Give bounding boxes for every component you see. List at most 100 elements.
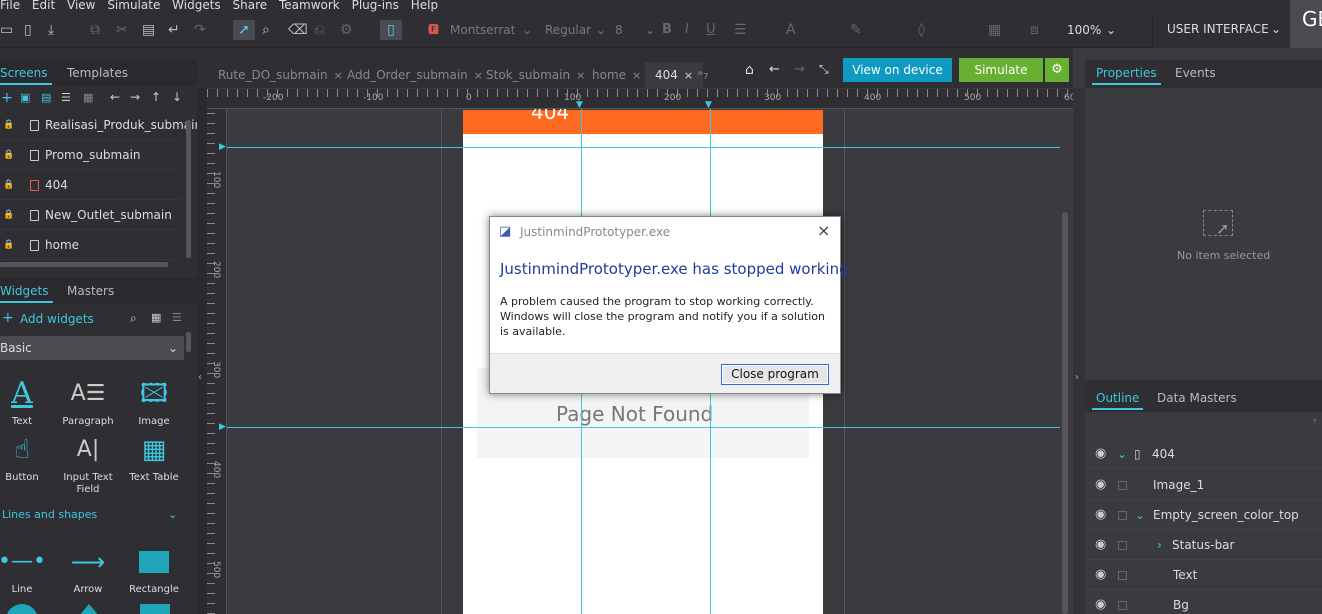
eraser-icon[interactable]: ⌫ xyxy=(288,20,308,40)
guide-marker-icon[interactable]: ▼ xyxy=(576,100,583,108)
library-select[interactable]: Basic ⌄ xyxy=(0,336,184,360)
chevron-right-icon[interactable]: › xyxy=(1157,530,1162,560)
guide-horizontal[interactable] xyxy=(227,427,1060,428)
tab-outline[interactable]: Outline xyxy=(1091,391,1144,410)
outline-row[interactable]: ◉ Bg xyxy=(1085,590,1322,614)
screen-item[interactable]: 🔒 404 xyxy=(0,170,181,200)
grid-view-icon[interactable]: ▦ xyxy=(151,311,161,324)
screen-item[interactable]: 🔒 Promo_submain xyxy=(0,140,181,170)
arrow-down-icon[interactable]: ↓ xyxy=(172,90,182,104)
arrow-right-icon[interactable]: → xyxy=(130,90,140,104)
font-weight-chevron-icon[interactable]: ⌄ xyxy=(596,20,606,40)
tab-data-masters[interactable]: Data Masters xyxy=(1157,391,1237,405)
align-icon[interactable]: ☰ xyxy=(734,20,747,40)
copy-icon[interactable]: ⧉ xyxy=(90,20,100,40)
guide-horizontal[interactable] xyxy=(227,147,1060,148)
close-program-button[interactable]: Close program xyxy=(721,364,829,385)
left-panel-collapse[interactable]: ‹ xyxy=(197,88,207,614)
guide-marker-icon[interactable]: ▼ xyxy=(705,100,712,108)
forward-icon[interactable]: → xyxy=(794,62,805,77)
new-file-icon[interactable]: ▯ xyxy=(24,20,32,40)
menu-plugins[interactable]: Plug-ins xyxy=(352,0,399,12)
opacity-drop-icon[interactable]: ◊ xyxy=(918,20,925,40)
pen-icon[interactable]: ✎ xyxy=(850,20,862,40)
eye-icon[interactable]: ◉ xyxy=(1095,560,1106,590)
italic-icon[interactable]: I xyxy=(685,20,689,40)
lock-checkbox[interactable] xyxy=(1118,601,1127,610)
underline-icon[interactable]: U xyxy=(706,20,716,40)
outline-row[interactable]: ◉ Image_1 xyxy=(1085,470,1322,500)
paste-icon[interactable]: ▤ xyxy=(142,20,155,40)
widget-arrow[interactable]: ⟶ Arrow xyxy=(58,544,118,596)
widget-image[interactable]: 🖾 Image xyxy=(124,376,184,428)
widget-input-text[interactable]: A| Input Text Field xyxy=(58,432,118,496)
redo-icon[interactable]: ↷ xyxy=(194,20,206,40)
widget-paragraph[interactable]: A☰ Paragraph xyxy=(58,376,118,428)
menu-share[interactable]: Share xyxy=(233,0,268,12)
screen-item[interactable]: 🔒 New_Outlet_submain xyxy=(0,200,181,230)
widget-text[interactable]: A Text xyxy=(0,376,52,428)
zoom-select[interactable]: 100% xyxy=(1067,20,1101,40)
search-icon[interactable]: ⌕ xyxy=(130,311,137,326)
menu-view[interactable]: View xyxy=(67,0,95,12)
shape-widget-icon[interactable] xyxy=(140,604,170,614)
text-color-icon[interactable]: A xyxy=(786,20,796,40)
lock-checkbox[interactable] xyxy=(1118,481,1127,490)
add-widgets-link[interactable]: Add widgets xyxy=(20,312,94,326)
close-icon[interactable]: × xyxy=(474,69,483,82)
cut-icon[interactable]: ✂ xyxy=(116,20,128,40)
list-view-icon[interactable]: ☰ xyxy=(172,311,182,324)
doc-tab[interactable]: Rute_DO_submain × xyxy=(218,68,343,82)
widget-button[interactable]: ☝ Button xyxy=(0,432,52,484)
doc-tab[interactable]: home × xyxy=(592,68,641,82)
user-avatar[interactable]: GE xyxy=(1290,0,1322,48)
menu-teamwork[interactable]: Teamwork xyxy=(279,0,340,12)
widgets-scrollbar[interactable] xyxy=(186,332,191,352)
widget-line[interactable]: •—• Line xyxy=(0,544,52,596)
right-panel-collapse[interactable]: › xyxy=(1073,88,1085,614)
guide-marker-icon[interactable]: ▶ xyxy=(219,422,226,432)
lock-checkbox[interactable] xyxy=(1118,541,1127,550)
lock-checkbox[interactable] xyxy=(1118,511,1127,520)
grid-view-icon[interactable]: ▦ xyxy=(83,91,93,104)
eye-icon[interactable]: ◉ xyxy=(1095,590,1106,614)
menu-simulate[interactable]: Simulate xyxy=(107,0,160,12)
font-family-chevron-icon[interactable]: ⌄ xyxy=(522,20,532,40)
select-pointer-icon[interactable]: ➚ xyxy=(233,20,255,40)
doc-tab[interactable]: Stok_submain × xyxy=(486,68,585,82)
simulate-settings-icon[interactable]: ⚙ xyxy=(1045,58,1069,82)
lines-shapes-section[interactable]: Lines and shapes ⌄ xyxy=(2,508,184,521)
workspace-select[interactable]: USER INTERFACE ⌄ xyxy=(1152,12,1290,48)
format-painter-icon[interactable]: ⎌ xyxy=(314,20,325,40)
simulate-button[interactable]: Simulate xyxy=(959,58,1043,82)
widget-text-table[interactable]: ▦ Text Table xyxy=(124,432,184,484)
eye-icon[interactable]: ◉ xyxy=(1095,470,1106,500)
undo-icon[interactable]: ↵ xyxy=(168,20,180,40)
eye-icon[interactable]: ◉ xyxy=(1095,500,1106,530)
triangle-widget-icon[interactable] xyxy=(79,604,99,614)
view-on-device-button[interactable]: View on device xyxy=(843,58,952,82)
outline-row[interactable]: ◉ Text xyxy=(1085,560,1322,590)
open-folder-icon[interactable]: ▭ xyxy=(0,20,13,40)
back-icon[interactable]: ← xyxy=(769,62,780,77)
bold-icon[interactable]: B xyxy=(662,20,672,40)
font-weight-select[interactable]: Regular xyxy=(545,20,591,40)
tab-screens[interactable]: Screens xyxy=(0,66,51,85)
download-icon[interactable]: ⤓ xyxy=(48,20,54,40)
border-icon[interactable]: ▦ xyxy=(988,20,1001,40)
arrow-left-icon[interactable]: ← xyxy=(110,90,120,104)
menu-file[interactable]: File xyxy=(0,0,20,12)
tab-templates[interactable]: Templates xyxy=(67,66,128,80)
device-icon[interactable]: ▯ xyxy=(380,20,402,40)
doc-tab-active[interactable]: 404 × xyxy=(645,62,704,90)
style-icon[interactable]: ⚙ xyxy=(340,20,353,40)
guide-marker-icon[interactable]: ▶ xyxy=(219,142,226,152)
tab-widgets[interactable]: Widgets xyxy=(0,284,52,303)
tab-masters[interactable]: Masters xyxy=(67,284,114,298)
close-icon[interactable]: × xyxy=(632,69,641,82)
outline-row[interactable]: ◉ ⌄ Empty_screen_color_top xyxy=(1085,500,1322,530)
close-icon[interactable]: × xyxy=(684,69,693,82)
tab-events[interactable]: Events xyxy=(1175,66,1216,80)
add-screen-icon[interactable]: + xyxy=(1,90,13,106)
menu-edit[interactable]: Edit xyxy=(32,0,55,12)
